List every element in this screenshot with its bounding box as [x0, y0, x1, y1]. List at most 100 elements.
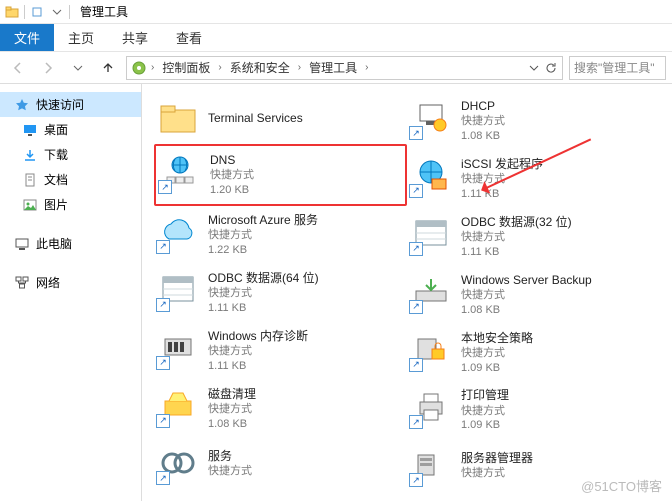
item-type: 快捷方式	[208, 228, 318, 243]
window-title: 管理工具	[80, 3, 128, 20]
item-name: Windows 内存诊断	[208, 328, 308, 344]
tab-view[interactable]: 查看	[162, 24, 216, 51]
sidebar-documents[interactable]: 文档	[0, 167, 141, 192]
item-size: 1.11 KB	[208, 359, 308, 374]
item-name: iSCSI 发起程序	[461, 156, 543, 172]
address-bar[interactable]: › 控制面板 › 系统和安全 › 管理工具 ›	[126, 56, 563, 80]
content-pane: Terminal Services ↗ DNS快捷方式1.20 KB ↗ Mic…	[142, 84, 672, 501]
item-azure[interactable]: ↗ Microsoft Azure 服务快捷方式1.22 KB	[154, 206, 407, 264]
item-name: 服务	[208, 448, 252, 464]
shortcut-overlay-icon: ↗	[158, 180, 172, 194]
qat-item-icon[interactable]	[29, 4, 45, 20]
recent-button[interactable]	[66, 56, 90, 80]
item-dhcp[interactable]: ↗ DHCP快捷方式1.08 KB	[407, 92, 660, 150]
sidebar-pictures[interactable]: 图片	[0, 192, 141, 217]
shortcut-overlay-icon: ↗	[409, 473, 423, 487]
item-memdiag[interactable]: ↗ Windows 内存诊断快捷方式1.11 KB	[154, 322, 407, 380]
item-terminal-services[interactable]: Terminal Services	[154, 92, 407, 144]
item-type: 快捷方式	[461, 288, 592, 303]
sidebar-label: 网络	[36, 274, 60, 291]
sidebar-label: 此电脑	[36, 235, 72, 252]
item-size: 1.08 KB	[461, 303, 592, 318]
folder-icon	[158, 98, 198, 138]
chevron-icon[interactable]: ›	[216, 62, 223, 73]
item-wsbackup[interactable]: ↗ Windows Server Backup快捷方式1.08 KB	[407, 266, 660, 324]
tab-file[interactable]: 文件	[0, 24, 54, 51]
watermark: @51CTO博客	[581, 476, 662, 495]
sidebar-label: 桌面	[44, 121, 68, 138]
item-size: 1.11 KB	[461, 245, 572, 260]
download-icon	[22, 147, 38, 163]
nav-pane: 快速访问 桌面 下载 文档 图片 此电脑 网络	[0, 84, 142, 501]
document-icon	[22, 172, 38, 188]
item-type: 快捷方式	[461, 466, 533, 481]
picture-icon	[22, 197, 38, 213]
item-odbc32[interactable]: ↗ ODBC 数据源(32 位)快捷方式1.11 KB	[407, 208, 660, 266]
item-secpol[interactable]: ↗ 本地安全策略快捷方式1.09 KB	[407, 324, 660, 382]
item-type: 快捷方式	[461, 230, 572, 245]
item-size: 1.09 KB	[461, 361, 533, 376]
item-type: 快捷方式	[208, 464, 252, 479]
item-size: 1.20 KB	[210, 183, 254, 198]
separator	[69, 5, 70, 19]
backup-icon: ↗	[411, 272, 451, 312]
item-odbc64[interactable]: ↗ ODBC 数据源(64 位)快捷方式1.11 KB	[154, 264, 407, 322]
tab-home[interactable]: 主页	[54, 24, 108, 51]
item-print[interactable]: ↗ 打印管理快捷方式1.09 KB	[407, 381, 660, 439]
crumb-control-panel[interactable]: 控制面板	[158, 59, 214, 76]
forward-button	[36, 56, 60, 80]
dropdown-icon[interactable]	[528, 62, 540, 74]
secpol-icon: ↗	[411, 330, 451, 370]
qat-dropdown-icon[interactable]	[49, 4, 65, 20]
item-type: 快捷方式	[210, 168, 254, 183]
sidebar-downloads[interactable]: 下载	[0, 142, 141, 167]
item-iscsi[interactable]: ↗ iSCSI 发起程序快捷方式1.11 KB	[407, 150, 660, 208]
item-name: 打印管理	[461, 387, 509, 403]
item-size: 1.08 KB	[208, 417, 256, 432]
app-icon	[131, 60, 147, 76]
chevron-icon[interactable]: ›	[149, 62, 156, 73]
item-name: 服务器管理器	[461, 450, 533, 466]
sidebar-desktop[interactable]: 桌面	[0, 117, 141, 142]
item-size: 1.09 KB	[461, 418, 509, 433]
crumb-system-security[interactable]: 系统和安全	[226, 59, 294, 76]
item-name: Microsoft Azure 服务	[208, 212, 318, 228]
refresh-icon[interactable]	[544, 61, 558, 75]
odbc-icon: ↗	[158, 270, 198, 310]
up-button[interactable]	[96, 56, 120, 80]
chevron-icon[interactable]: ›	[363, 62, 370, 73]
crumb-admin-tools[interactable]: 管理工具	[305, 59, 361, 76]
separator	[24, 5, 25, 19]
item-diskclean[interactable]: ↗ 磁盘清理快捷方式1.08 KB	[154, 380, 407, 438]
sidebar-network[interactable]: 网络	[0, 270, 141, 295]
dns-icon: ↗	[160, 152, 200, 192]
item-name: 磁盘清理	[208, 386, 256, 402]
shortcut-overlay-icon: ↗	[409, 126, 423, 140]
ribbon: 文件 主页 共享 查看	[0, 24, 672, 52]
desktop-icon	[22, 122, 38, 138]
item-name: 本地安全策略	[461, 330, 533, 346]
network-icon	[14, 275, 30, 291]
item-services[interactable]: ↗ 服务快捷方式	[154, 437, 407, 489]
shortcut-overlay-icon: ↗	[409, 358, 423, 372]
tab-share[interactable]: 共享	[108, 24, 162, 51]
shortcut-overlay-icon: ↗	[409, 184, 423, 198]
shortcut-overlay-icon: ↗	[156, 298, 170, 312]
shortcut-overlay-icon: ↗	[156, 414, 170, 428]
sidebar-label: 快速访问	[36, 96, 84, 113]
printer-icon: ↗	[411, 387, 451, 427]
item-name: DNS	[210, 152, 254, 168]
odbc-icon: ↗	[411, 214, 451, 254]
pc-icon	[14, 236, 30, 252]
sidebar-quick-access[interactable]: 快速访问	[0, 92, 141, 117]
item-dns[interactable]: ↗ DNS快捷方式1.20 KB	[154, 144, 407, 206]
item-name: ODBC 数据源(32 位)	[461, 214, 572, 230]
item-type: 快捷方式	[461, 404, 509, 419]
memory-icon: ↗	[158, 328, 198, 368]
search-input[interactable]: 搜索"管理工具"	[569, 56, 666, 80]
item-name: Windows Server Backup	[461, 272, 592, 288]
address-bar-row: › 控制面板 › 系统和安全 › 管理工具 › 搜索"管理工具"	[0, 52, 672, 84]
sidebar-this-pc[interactable]: 此电脑	[0, 231, 141, 256]
shortcut-overlay-icon: ↗	[409, 415, 423, 429]
chevron-icon[interactable]: ›	[296, 62, 303, 73]
